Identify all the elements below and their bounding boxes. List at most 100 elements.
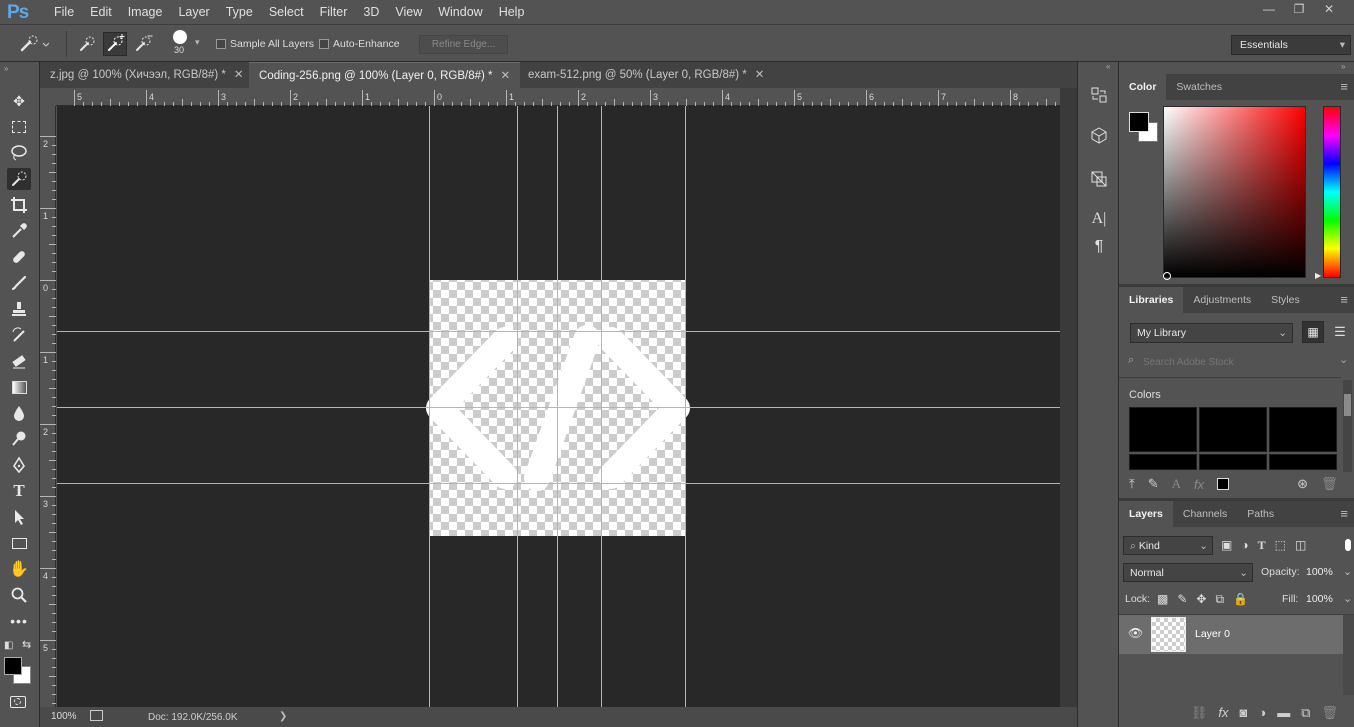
zoom-tool[interactable] [7,584,31,606]
color-panel-foreground-swatch[interactable] [1129,112,1149,132]
tab-styles[interactable]: Styles [1261,287,1310,313]
zoom-level[interactable]: 100% [51,711,77,722]
brush-preview-dot[interactable] [173,30,187,44]
panel-menu-icon[interactable]: ≡ [1340,501,1348,527]
layer-row[interactable]: 👁 Layer 0 [1119,615,1343,654]
close-tab-icon[interactable]: ✕ [501,70,511,82]
search-input[interactable] [1143,353,1333,371]
library-select[interactable]: My Library ⌄ [1130,323,1293,343]
new-adjustment-layer-icon[interactable]: ◑ [1258,705,1266,720]
canvas-area[interactable] [57,106,1060,707]
tab-color[interactable]: Color [1119,74,1167,100]
character-panel-button[interactable]: A| [1088,208,1110,230]
hue-slider[interactable] [1323,106,1341,278]
menu-3d[interactable]: 3D [355,0,387,24]
vertical-ruler[interactable]: 2 1 0 1 2 3 4 5 [40,106,56,707]
3d-panel-button[interactable] [1088,124,1110,146]
menu-view[interactable]: View [387,0,430,24]
quick-mask-button[interactable] [10,696,26,708]
healing-brush-tool[interactable] [7,246,31,268]
tab-layers[interactable]: Layers [1119,501,1173,527]
tab-coding-256[interactable]: Coding-256.png @ 100% (Layer 0, RGB/8#) … [249,62,521,88]
restore-button[interactable]: ❐ [1284,0,1314,18]
library-color-swatch[interactable] [1199,454,1267,470]
history-panel-button[interactable] [1088,84,1110,106]
tab-libraries[interactable]: Libraries [1119,287,1184,313]
library-color-swatch[interactable] [1269,407,1337,452]
quick-selection-tool[interactable] [7,168,31,190]
type-tool[interactable]: T [7,480,31,502]
sample-all-layers-checkbox[interactable]: Sample All Layers [216,38,314,50]
menu-file[interactable]: File [46,0,82,24]
brush-picker-chevron-icon[interactable]: ▾ [195,37,200,48]
foreground-color-swatch[interactable] [4,657,22,675]
tab-adjustments[interactable]: Adjustments [1183,287,1261,313]
add-color-icon[interactable] [1217,478,1230,490]
hand-tool[interactable]: ✋ [7,558,31,580]
layers-scrollbar[interactable] [1343,615,1354,695]
adobe-stock-search[interactable]: ⌕ ⌄ [1125,353,1349,371]
collapse-toolbar-icon[interactable]: » [4,64,8,73]
scrollbar-thumb[interactable] [1344,394,1351,416]
pen-tool[interactable] [7,454,31,476]
hue-slider-handle-icon[interactable]: ▶ [1315,271,1321,280]
close-tab-icon[interactable]: ✕ [755,69,765,81]
eraser-tool[interactable] [7,350,31,372]
tab-z-jpg[interactable]: z.jpg @ 100% (Хичээл, RGB/8#) * ✕ [40,62,254,88]
panel-menu-icon[interactable]: ≡ [1340,287,1348,313]
lock-artboard-icon[interactable]: ⧉ [1215,592,1224,607]
color-field[interactable] [1163,106,1306,278]
edit-toolbar-button[interactable]: ••• [7,610,31,632]
menu-help[interactable]: Help [491,0,533,24]
canvas-vertical-scrollbar[interactable] [1060,88,1077,707]
libraries-scrollbar[interactable] [1343,380,1352,472]
opacity-chevron-icon[interactable]: ⌄ [1343,565,1352,578]
subtract-from-selection-button[interactable] [132,33,154,55]
opacity-input[interactable]: 100% [1306,566,1333,578]
close-button[interactable]: ✕ [1314,0,1344,18]
filter-pixel-icon[interactable]: ▣ [1221,538,1232,553]
checkbox-box[interactable] [216,39,226,49]
menu-layer[interactable]: Layer [170,0,217,24]
tab-swatches[interactable]: Swatches [1166,74,1232,100]
add-mask-icon[interactable]: ◙ [1239,705,1247,720]
library-color-swatch[interactable] [1269,454,1337,470]
swap-colors-icon[interactable]: ⇆ [22,638,31,651]
filter-type-icon[interactable]: T [1258,538,1266,553]
marquee-tool[interactable] [7,116,31,138]
grid-view-button[interactable]: ▦ [1302,321,1324,343]
share-export-icon[interactable] [90,710,103,721]
trash-icon[interactable]: 🗑 [1321,476,1338,492]
lock-position-icon[interactable]: ✥ [1196,592,1206,607]
path-selection-tool[interactable] [7,506,31,528]
blur-tool[interactable] [7,402,31,424]
menu-image[interactable]: Image [120,0,171,24]
menu-type[interactable]: Type [218,0,261,24]
creative-cloud-icon[interactable]: ⊛ [1297,476,1308,492]
blend-mode-select[interactable]: Normal ⌄ [1123,563,1253,582]
lock-image-pixels-icon[interactable]: ✎ [1177,592,1187,607]
paragraph-panel-button[interactable]: ¶ [1088,236,1110,258]
menu-filter[interactable]: Filter [312,0,356,24]
add-layer-style-icon[interactable]: fx [1194,477,1204,492]
menu-select[interactable]: Select [261,0,312,24]
add-character-style-icon[interactable]: A [1172,476,1181,492]
refine-edge-button[interactable]: Refine Edge... [419,35,508,54]
fill-input[interactable]: 100% [1306,593,1333,605]
history-brush-tool[interactable] [7,324,31,346]
list-view-button[interactable]: ☰ [1329,321,1351,343]
library-color-swatch[interactable] [1129,454,1197,470]
clone-stamp-tool[interactable] [7,298,31,320]
brush-tool[interactable] [7,272,31,294]
eyedropper-tool[interactable] [7,220,31,242]
tool-preset-picker[interactable] [18,34,52,57]
add-to-selection-button[interactable] [103,32,127,56]
filter-shape-icon[interactable]: ⬚ [1275,538,1286,553]
lock-all-icon[interactable]: 🔒 [1233,592,1248,607]
tab-channels[interactable]: Channels [1173,501,1237,527]
collapse-dock-icon[interactable]: « [1106,62,1110,71]
library-color-swatch[interactable] [1199,407,1267,452]
dodge-tool[interactable] [7,428,31,450]
color-picker-marker[interactable] [1163,272,1171,280]
ruler-origin[interactable] [40,90,56,106]
